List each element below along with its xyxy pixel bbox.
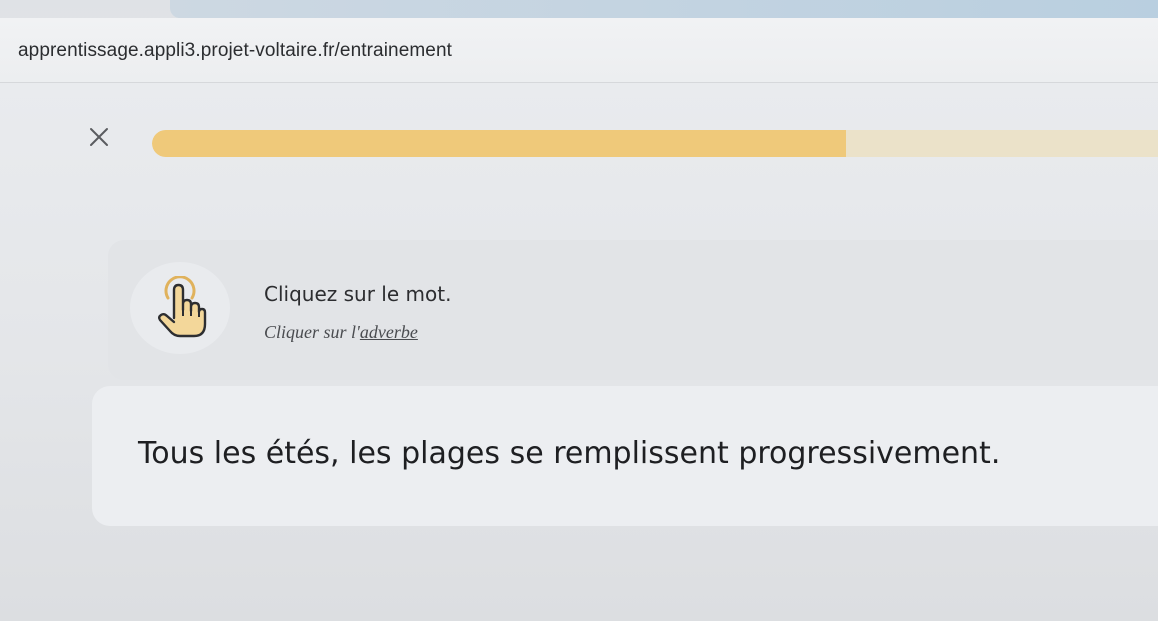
sentence-word[interactable]: les xyxy=(349,436,391,471)
instruction-prefix: Cliquer sur l' xyxy=(264,322,360,342)
address-bar[interactable]: apprentissage.appli3.projet-voltaire.fr/… xyxy=(0,18,1158,83)
sentence-word[interactable]: se xyxy=(510,436,544,471)
sentence-word[interactable]: Tous xyxy=(138,436,204,471)
progress-bar xyxy=(152,130,1158,157)
close-button[interactable] xyxy=(82,120,116,154)
sentence-word[interactable]: remplissent xyxy=(553,436,729,471)
url-text[interactable]: apprentissage.appli3.projet-voltaire.fr/… xyxy=(18,40,452,62)
instruction-subtitle: Cliquer sur l'adverbe xyxy=(264,322,418,343)
progress-bar-fill xyxy=(152,130,847,157)
instruction-title: Cliquez sur le mot. xyxy=(264,282,452,306)
sentence-word[interactable]: plages xyxy=(401,436,500,471)
sentence-word[interactable]: étés, xyxy=(266,436,340,471)
browser-tab-strip xyxy=(170,0,1158,18)
pointing-hand-icon xyxy=(158,276,207,338)
sentence-word[interactable]: progressivement. xyxy=(738,436,1000,471)
close-icon xyxy=(90,128,108,146)
instruction-card xyxy=(108,240,1158,380)
instruction-target-word: adverbe xyxy=(359,322,418,342)
sentence-word[interactable]: les xyxy=(214,436,256,471)
exercise-sentence: Tous les étés, les plages se remplissent… xyxy=(138,436,1000,471)
